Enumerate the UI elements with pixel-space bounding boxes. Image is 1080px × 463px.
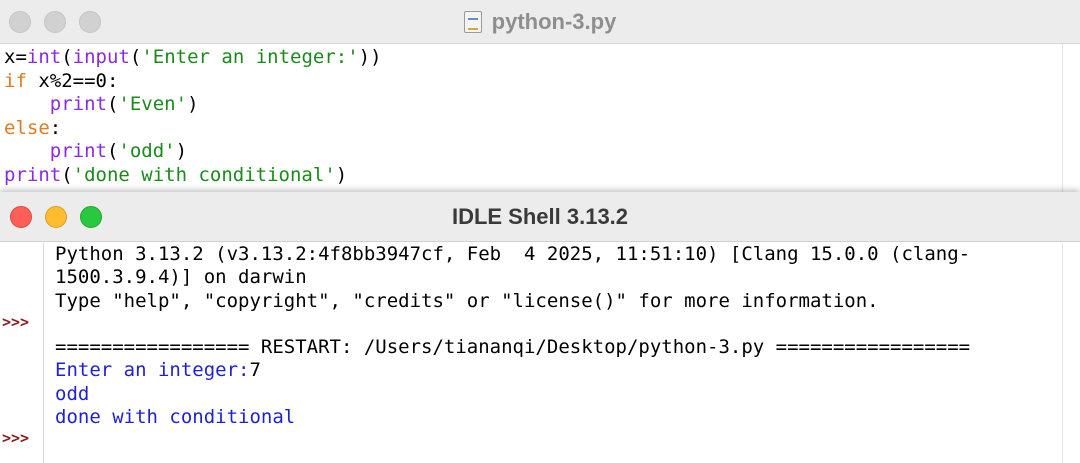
input-value: 7 (249, 359, 261, 382)
shell-output[interactable]: Python 3.13.2 (v3.13.2:4f8bb3947cf, Feb … (55, 243, 1065, 429)
code-line-1: x=int(input('Enter an integer:')) (4, 46, 382, 68)
banner-line: 1500.3.9.4)] on darwin (55, 266, 307, 289)
output-line: done with conditional (55, 406, 296, 429)
shell-prompt-gutter: >>> >>> (0, 243, 44, 463)
shell-titlebar: IDLE Shell 3.13.2 (0, 192, 1080, 242)
code-line-4: else: (4, 116, 62, 139)
input-line: Enter an integer:7 (55, 359, 1065, 382)
output-line: odd (55, 382, 90, 405)
code-line-6: print('done with conditional') (4, 163, 348, 186)
code-line-2: if x%2==0: (4, 69, 119, 92)
banner-line: Python 3.13.2 (v3.13.2:4f8bb3947cf, Feb … (55, 243, 971, 265)
code-line-3: print('Even') (49, 93, 199, 115)
shell-title: IDLE Shell 3.13.2 (451, 204, 629, 229)
editor-window: python-3.py x=int(input('Enter an intege… (0, 0, 1080, 192)
shell-window: IDLE Shell 3.13.2 >>> >>> Python 3.13.2 … (0, 192, 1080, 463)
editor-title: python-3.py (491, 9, 617, 34)
restart-line: ================= RESTART: /Users/tianan… (55, 336, 971, 359)
code-editor[interactable]: x=int(input('Enter an integer:')) if x%2=… (4, 46, 1074, 187)
banner-line: Type "help", "copyright", "credits" or "… (55, 289, 879, 312)
editor-title-area: python-3.py (0, 0, 1080, 44)
python-file-icon (463, 11, 482, 33)
input-prompt: Enter an integer: (55, 359, 250, 382)
editor-divider (1062, 44, 1063, 192)
shell-divider (1062, 243, 1063, 463)
code-line-5: print('odd') (49, 140, 188, 162)
prompt-marker: >>> (2, 429, 30, 447)
prompt-marker: >>> (2, 313, 30, 331)
editor-titlebar: python-3.py (0, 0, 1080, 44)
